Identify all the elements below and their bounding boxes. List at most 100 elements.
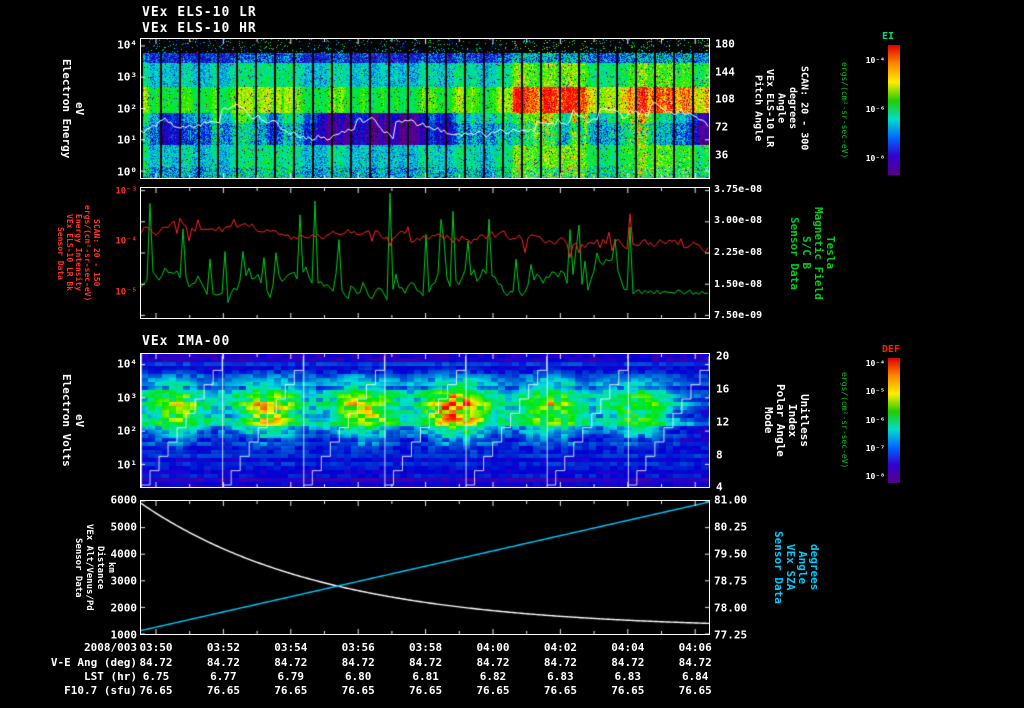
- table-value: 6.77: [210, 670, 237, 683]
- b-y-tick: 10⁻⁴: [115, 236, 137, 247]
- els-y-tick: 10²: [117, 102, 137, 115]
- els-y-tick: 10⁰: [117, 165, 137, 179]
- table-value: 84.72: [611, 656, 645, 669]
- table-value: 84.72: [341, 656, 375, 669]
- cb3-tick: 10⁻⁵: [865, 386, 885, 396]
- els-y-tick: 10⁴: [117, 38, 137, 52]
- alt-right-tick: 80.25: [714, 520, 748, 534]
- table-row-label: V-E Ang (deg): [50, 656, 137, 669]
- ima-right-tick: 8: [716, 448, 723, 462]
- time-tick: 03:50: [139, 641, 173, 654]
- table-value: 76.65: [409, 684, 443, 697]
- ima-y-tick: 10³: [117, 391, 137, 405]
- time-tick: 03:54: [274, 641, 308, 654]
- cb1-tick: 10⁻⁸: [865, 154, 885, 164]
- bk-intensity-label: Sensor Data VEx ELS-10 LR Bk Energy Intens…: [56, 204, 101, 302]
- time-tick: 04:02: [543, 641, 577, 654]
- date-label: 2008/003: [84, 641, 137, 654]
- ima-right-tick: 20: [716, 349, 730, 363]
- table-value: 76.65: [139, 684, 173, 697]
- cb3-tick: 10⁻⁴: [865, 359, 885, 369]
- mode-polar-label: Mode Polar Angle Index Unitless: [762, 384, 811, 457]
- ima-colorbar-title: DEF: [882, 344, 901, 355]
- ima-spectrogram-panel: [140, 353, 710, 488]
- alt-right-tick: 78.75: [714, 574, 748, 588]
- time-tick: 03:58: [409, 641, 443, 654]
- ima-y-tick: 10⁴: [117, 357, 137, 371]
- els-spectrogram-panel: [140, 38, 710, 179]
- els-y-label: Electron Energy eV: [60, 58, 86, 159]
- b-right-tick: 1.50e-08: [714, 278, 763, 290]
- ima-y-label: Electron Volts eV: [60, 374, 86, 467]
- time-tick: 04:00: [476, 641, 510, 654]
- els-colorbar-title: EI: [882, 31, 895, 42]
- intensity-bfield-canvas: [141, 188, 709, 318]
- ima-y-tick: 10²: [117, 424, 137, 438]
- table-row-label: F10.7 (sfu): [64, 684, 137, 697]
- els-spectrogram-canvas: [141, 39, 709, 178]
- table-value: 76.65: [611, 684, 645, 697]
- b-right-tick: 2.25e-08: [714, 247, 763, 258]
- cb1-tick: 10⁻⁴: [865, 55, 885, 65]
- time-tick: 04:06: [678, 641, 712, 654]
- alt-right-tick: 78.00: [714, 601, 748, 615]
- ima-colorbar: [888, 358, 900, 483]
- time-tick: 03:52: [206, 641, 240, 654]
- b-right-tick: 3.00e-08: [714, 215, 763, 227]
- table-value: 84.72: [476, 656, 510, 669]
- intensity-bfield-panel: [140, 187, 710, 319]
- alt-right-tick: 77.25: [714, 628, 748, 642]
- cb1-units: ergs/(cm²-sr-sec-eV): [840, 61, 849, 159]
- els-lr-title: VEx ELS-10 LR: [142, 5, 257, 20]
- cb3-tick: 10⁻⁸: [865, 471, 885, 481]
- ima-right-tick: 12: [716, 415, 730, 429]
- b-y-tick: 10⁻⁵: [115, 287, 137, 298]
- altitude-sza-canvas: [141, 501, 709, 634]
- cb3-tick: 10⁻⁷: [865, 444, 885, 454]
- table-value: 6.79: [277, 670, 305, 683]
- ima-title: VEx IMA-00: [142, 334, 231, 349]
- els-pitch-tick: 180: [715, 37, 735, 51]
- table-value: 76.65: [543, 684, 577, 697]
- els-pitch-tick: 144: [715, 65, 735, 79]
- time-tick: 04:04: [611, 641, 645, 654]
- table-value: 76.65: [476, 684, 510, 697]
- table-value: 6.80: [344, 670, 372, 683]
- time-tick: 03:56: [341, 641, 375, 654]
- ima-right-tick: 16: [716, 382, 730, 396]
- table-value: 6.82: [479, 670, 507, 683]
- ima-right-tick: 4: [716, 480, 723, 494]
- alt-right-tick: 79.50: [714, 547, 748, 561]
- table-value: 6.83: [614, 670, 642, 683]
- els-y-tick: 10¹: [117, 133, 137, 147]
- els-pitch-tick: 72: [715, 120, 729, 134]
- cb3-units: ergs/(cm²-sr-sec-eV): [840, 372, 849, 469]
- els-pitch-tick: 36: [715, 148, 729, 162]
- table-value: 76.65: [678, 684, 712, 697]
- table-value: 84.72: [678, 656, 712, 669]
- table-value: 6.83: [547, 670, 574, 683]
- table-value: 76.65: [206, 684, 240, 697]
- table-value: 76.65: [274, 684, 308, 697]
- table-value: 84.72: [543, 656, 577, 669]
- alt-right-tick: 81.00: [714, 493, 748, 507]
- cb1-tick: 10⁻⁶: [865, 105, 885, 114]
- els-colorbar: [888, 45, 900, 175]
- table-value: 84.72: [206, 656, 240, 669]
- ima-y-tick: 10¹: [117, 458, 137, 472]
- cb3-tick: 10⁻⁶: [865, 415, 885, 425]
- table-value: 6.75: [142, 670, 170, 683]
- els-pitch-tick: 108: [715, 92, 735, 106]
- table-value: 84.72: [139, 656, 173, 669]
- table-value: 6.81: [412, 670, 439, 683]
- altitude-sza-panel: [140, 500, 710, 635]
- b-right-tick: 7.50e-09: [714, 310, 763, 322]
- els-hr-title: VEx ELS-10 HR: [142, 21, 257, 36]
- ima-spectrogram-canvas: [141, 354, 709, 487]
- table-row-label: LST (hr): [84, 670, 137, 683]
- altitude-label: Sensor Data VEx Alt/Venus/Pd Distance km: [73, 524, 116, 611]
- vex-clweb-plot-screen: VEx ELS-10 LR VEx ELS-10 HR VEx IMA-00 E…: [0, 0, 1024, 708]
- bfield-label: Sensor Data S/C B Magnetic Field Tesla: [788, 206, 837, 300]
- table-value: 84.72: [409, 656, 443, 669]
- sza-label: Sensor Data VEx SZA Angle degrees: [772, 531, 821, 604]
